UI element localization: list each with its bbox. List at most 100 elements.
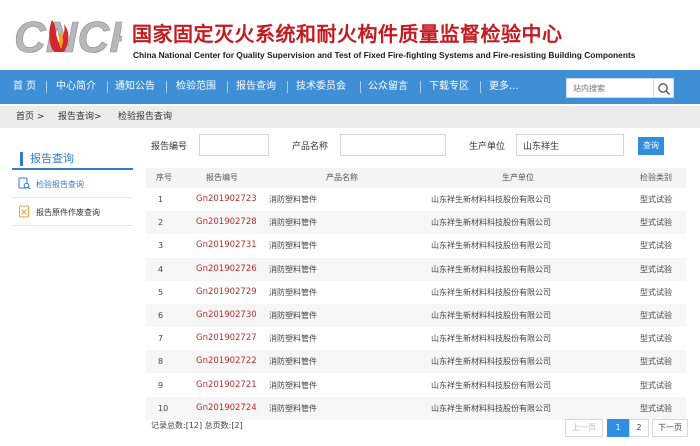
inspection-category: 型式试验 <box>640 357 672 367</box>
report-number-link[interactable]: Gn201902726 <box>196 258 257 281</box>
site-title-en: China National Center for Quality Superv… <box>133 50 636 60</box>
document-search-icon <box>18 177 31 190</box>
row-index: 8 <box>158 357 164 367</box>
report-number-link[interactable]: Gn201902728 <box>196 211 257 234</box>
table-row: 7 Gn201902727 消防塑料管件 山东祥生新材料科技股份有限公司 型式试验 <box>146 327 686 350</box>
nav-divider <box>480 81 481 93</box>
row-index: 6 <box>158 311 164 320</box>
nav-divider <box>420 81 421 93</box>
product-name: 消防塑料管件 <box>269 357 317 367</box>
report-number-link[interactable]: Gn201902724 <box>196 397 257 420</box>
maker-name: 山东祥生新材料科技股份有限公司 <box>431 403 551 413</box>
next-page-button[interactable]: 下一页 <box>652 419 688 437</box>
nav-notices[interactable]: 通知公告 <box>115 70 155 104</box>
product-name: 消防塑料管件 <box>269 287 317 297</box>
nav-more[interactable]: 更多... <box>489 70 519 104</box>
inspection-category: 型式试验 <box>640 403 672 413</box>
row-index: 1 <box>158 195 164 204</box>
table-row: 5 Gn201902729 消防塑料管件 山东祥生新材料科技股份有限公司 型式试验 <box>146 281 686 304</box>
maker-name: 山东祥生新材料科技股份有限公司 <box>431 287 551 297</box>
nav-home[interactable]: 首 页 <box>13 70 36 104</box>
table-row: 6 Gn201902730 消防塑料管件 山东祥生新材料科技股份有限公司 型式试验 <box>146 304 686 327</box>
report-no-label: 报告编号 <box>151 142 188 152</box>
page-2-button[interactable]: 2 <box>629 419 649 437</box>
maker-name: 山东祥生新材料科技股份有限公司 <box>431 311 551 320</box>
maker-name: 山东祥生新材料科技股份有限公司 <box>431 241 551 251</box>
inspection-category: 型式试验 <box>640 380 672 390</box>
maker-name: 山东祥生新材料科技股份有限公司 <box>431 264 551 274</box>
column-header-category: 检验类别 <box>640 173 672 182</box>
report-number-link[interactable]: Gn201902729 <box>196 281 257 304</box>
maker-name: 山东祥生新材料科技股份有限公司 <box>431 380 551 390</box>
site-search-input[interactable] <box>566 78 654 98</box>
inspection-category: 型式试验 <box>640 195 672 204</box>
prev-page-button[interactable]: 上一页 <box>565 419 603 437</box>
sidebar-header-accent <box>20 152 23 166</box>
breadcrumb-home[interactable]: 首页 > <box>16 106 44 128</box>
nav-divider <box>360 81 361 93</box>
product-name: 消防塑料管件 <box>269 334 317 344</box>
nav-tech-committee[interactable]: 技术委员会 <box>296 70 346 104</box>
inspection-category: 型式试验 <box>640 311 672 320</box>
sidebar-item-label: 检验报告查询 <box>36 180 84 189</box>
site-title-cn: 国家固定灭火系统和耐火构件质量监督检验中心 <box>132 22 563 46</box>
nav-report-query[interactable]: 报告查询 <box>236 70 276 104</box>
inspection-category: 型式试验 <box>640 287 672 297</box>
report-number-link[interactable]: Gn201902721 <box>196 374 257 397</box>
nav-about[interactable]: 中心简介 <box>56 70 96 104</box>
row-index: 2 <box>158 218 164 228</box>
page-1-button[interactable]: 1 <box>607 419 629 437</box>
nav-divider <box>227 81 228 93</box>
row-index: 10 <box>158 403 169 413</box>
nav-divider <box>166 81 167 93</box>
maker-name: 山东祥生新材料科技股份有限公司 <box>431 195 551 204</box>
table-row: 9 Gn201902721 消防塑料管件 山东祥生新材料科技股份有限公司 型式试验 <box>146 374 686 397</box>
product-name: 消防塑料管件 <box>269 403 317 413</box>
column-header-report-no: 报告编号 <box>206 173 238 182</box>
breadcrumb-report-query[interactable]: 报告查询> <box>58 106 102 128</box>
site-search-button[interactable] <box>654 78 674 98</box>
report-number-link[interactable]: Gn201902731 <box>196 234 257 257</box>
column-header-product: 产品名称 <box>326 173 358 182</box>
product-name-input[interactable] <box>340 134 446 156</box>
report-number-link[interactable]: Gn201902722 <box>196 350 257 373</box>
cncf-logo[interactable]: CNCF <box>14 14 122 58</box>
inspection-category: 型式试验 <box>640 264 672 274</box>
column-header-maker: 生产单位 <box>502 173 534 182</box>
breadcrumb-current: 检验报告查询 <box>118 112 173 122</box>
maker-name: 山东祥生新材料科技股份有限公司 <box>431 334 551 344</box>
report-number-link[interactable]: Gn201902723 <box>196 188 257 211</box>
row-index: 5 <box>158 287 164 297</box>
table-row: 8 Gn201902722 消防塑料管件 山东祥生新材料科技股份有限公司 型式试验 <box>146 350 686 374</box>
sidebar-header: 报告查询 <box>12 146 133 170</box>
table-row: 3 Gn201902731 消防塑料管件 山东祥生新材料科技股份有限公司 型式试验 <box>146 234 686 257</box>
nav-divider <box>46 81 47 93</box>
table-row: 4 Gn201902726 消防塑料管件 山东祥生新材料科技股份有限公司 型式试验 <box>146 257 686 281</box>
product-name: 消防塑料管件 <box>269 241 317 251</box>
sidebar-item-inspection-report[interactable]: 检验报告查询 <box>12 170 133 198</box>
product-name: 消防塑料管件 <box>269 195 317 204</box>
report-no-input[interactable] <box>199 134 269 156</box>
sidebar-title: 报告查询 <box>30 152 74 165</box>
site-header: CNCF 国家固定灭火系统和耐火构件质量监督检验中心 China Nationa… <box>0 0 700 70</box>
maker-label: 生产单位 <box>469 142 506 152</box>
report-number-link[interactable]: Gn201902730 <box>196 304 257 327</box>
inspection-category: 型式试验 <box>640 334 672 344</box>
product-name: 消防塑料管件 <box>269 380 317 390</box>
nav-public-message[interactable]: 公众留言 <box>368 70 408 104</box>
sidebar-item-void-report[interactable]: 报告原件作废查询 <box>12 198 133 226</box>
table-row: 1 Gn201902723 消防塑料管件 山东祥生新材料科技股份有限公司 型式试验 <box>146 188 686 211</box>
nav-scope[interactable]: 检验范围 <box>176 70 216 104</box>
query-button[interactable]: 查询 <box>638 137 664 155</box>
inspection-category: 型式试验 <box>640 218 672 228</box>
nav-downloads[interactable]: 下载专区 <box>429 70 469 104</box>
nav-divider <box>287 81 288 93</box>
maker-input[interactable] <box>516 134 624 156</box>
row-index: 4 <box>158 264 164 274</box>
search-icon <box>658 83 671 96</box>
maker-name: 山东祥生新材料科技股份有限公司 <box>431 357 551 367</box>
sidebar-item-label: 报告原件作废查询 <box>36 208 100 217</box>
report-number-link[interactable]: Gn201902727 <box>196 327 257 350</box>
table-row: 2 Gn201902728 消防塑料管件 山东祥生新材料科技股份有限公司 型式试验 <box>146 211 686 235</box>
breadcrumb: 首页 > 报告查询> 检验报告查询 <box>0 106 700 128</box>
